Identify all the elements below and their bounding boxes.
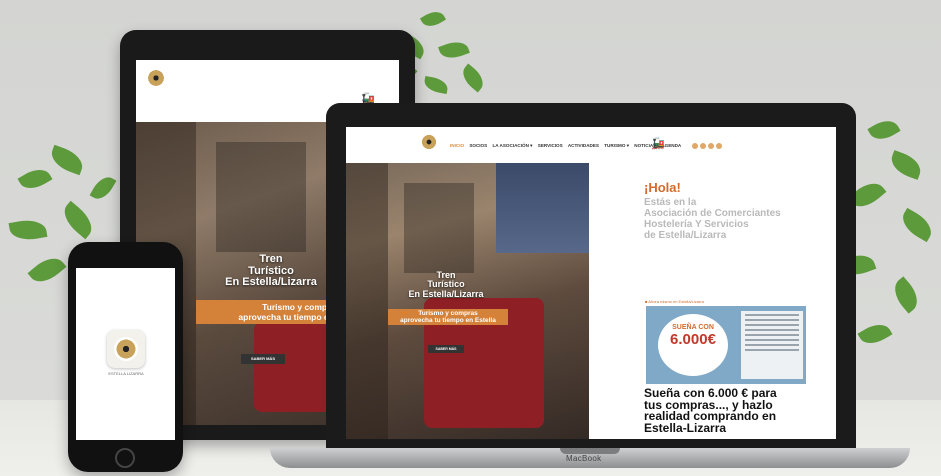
facebook-icon[interactable] — [692, 143, 698, 149]
promo-heading: ■ Ahora mismo en Estella/Lizarra — [645, 299, 704, 304]
app-label: ESTELLA LIZARRA — [108, 371, 144, 376]
train-logo-icon[interactable]: 🚂 — [651, 137, 665, 150]
tablet-hero-title: Tren Turístico En Estella/Lizarra — [196, 253, 346, 289]
nav-item-asociacion[interactable]: LA ASOCIACIÓN ▾ — [492, 143, 532, 148]
hero-title-line: En Estella/Lizarra — [225, 276, 317, 289]
promo-bubble-line: SUEÑA CON — [672, 324, 714, 331]
laptop-hero-title: Tren Turístico En Estella/Lizarra — [386, 270, 506, 299]
twitter-icon[interactable] — [700, 143, 706, 149]
app-icon[interactable] — [107, 330, 145, 368]
hero-title-line: En Estella/Lizarra — [408, 288, 484, 299]
hero-title-line: Tren — [259, 253, 283, 265]
site-logo-icon[interactable] — [146, 68, 166, 88]
welcome-column: ¡Hola! Estás en la Asociación de Comerci… — [596, 163, 836, 439]
intro-line: Hostelería Y Servicios — [644, 219, 749, 230]
promo-bubble-amount: 6.000€ — [670, 331, 716, 348]
app-logo-icon — [114, 337, 138, 361]
nav-item-inicio[interactable]: INICIO — [450, 143, 464, 148]
headline-line: Estella-Lizarra — [644, 420, 727, 435]
phone-device: ESTELLA LIZARRA — [68, 242, 183, 472]
promo-banner[interactable]: SUEÑA CON 6.000€ — [646, 306, 806, 384]
laptop-brand-label: MacBook — [566, 454, 602, 463]
saber-mas-button[interactable]: SABER MÁS — [241, 354, 285, 364]
laptop-screen: INICIO SOCIOS LA ASOCIACIÓN ▾ SERVICIOS … — [346, 127, 836, 439]
promo-headline[interactable]: Sueña con 6.000 € para tus compras..., y… — [644, 387, 834, 435]
home-button[interactable] — [115, 448, 135, 468]
promo-bubble: SUEÑA CON 6.000€ — [658, 314, 728, 376]
nav-item-turismo[interactable]: TURISMO ▾ — [604, 143, 629, 148]
intro-line: de Estella/Lizarra — [644, 230, 727, 241]
hero-subtitle-line: Turismo y compras — [418, 310, 478, 317]
greeting-heading: ¡Hola! — [644, 180, 681, 195]
instagram-icon[interactable] — [708, 143, 714, 149]
nav-item-servicios[interactable]: SERVICIOS — [538, 143, 563, 148]
youtube-icon[interactable] — [716, 143, 722, 149]
hero-subtitle-line: aprovecha tu tiempo en Estella — [400, 317, 496, 324]
intro-line: Asociación de Comerciantes — [644, 208, 781, 219]
promo-fine-print — [741, 311, 803, 379]
sky-image — [496, 163, 589, 253]
phone-screen: ESTELLA LIZARRA — [76, 268, 175, 440]
saber-mas-button[interactable]: SABER MÁS — [428, 345, 464, 353]
nav-item-socios[interactable]: SOCIOS — [469, 143, 487, 148]
laptop-device: INICIO SOCIOS LA ASOCIACIÓN ▾ SERVICIOS … — [326, 103, 856, 449]
main-nav: INICIO SOCIOS LA ASOCIACIÓN ▾ SERVICIOS … — [450, 143, 685, 149]
laptop-hero-subtitle: Turismo y compras aprovecha tu tiempo en… — [388, 309, 508, 325]
intro-line: Estás en la — [644, 197, 697, 208]
nav-item-actividades[interactable]: ACTIVIDADES — [568, 143, 599, 148]
intro-text: Estás en la Asociación de Comerciantes H… — [644, 197, 836, 241]
site-logo-icon[interactable] — [420, 133, 438, 151]
